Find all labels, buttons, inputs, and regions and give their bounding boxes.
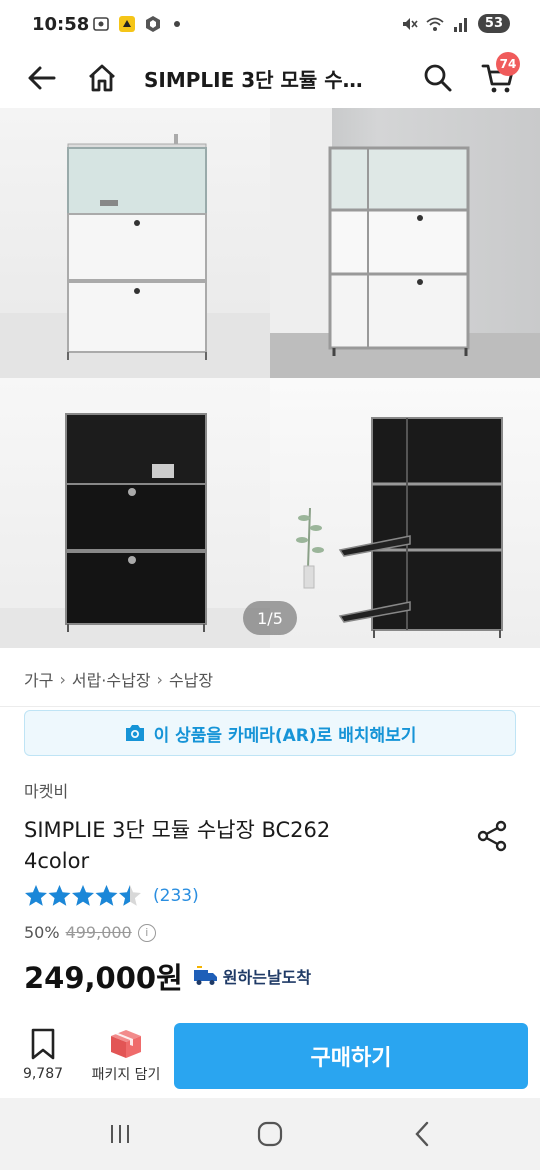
screenshot-icon bbox=[93, 17, 109, 31]
delivery-label: 원하는날도착 bbox=[222, 968, 312, 987]
system-navigation-bar bbox=[0, 1098, 540, 1170]
battery-level: 53 bbox=[477, 14, 510, 33]
product-title-line1: SIMPLIE 3단 모듈 수납장 BC262 bbox=[24, 818, 331, 842]
product-image-gallery[interactable]: 1/5 bbox=[0, 108, 540, 648]
package-label: 패키지 담기 bbox=[91, 1067, 161, 1083]
share-icon bbox=[477, 820, 507, 852]
cart-button[interactable]: 74 bbox=[478, 52, 520, 98]
back-arrow-icon bbox=[28, 66, 56, 90]
brand-name[interactable]: 마켓비 bbox=[24, 778, 68, 802]
app-notification-icon bbox=[119, 16, 135, 32]
package-button[interactable]: 패키지 담기 bbox=[86, 1026, 166, 1084]
product-image-white-room bbox=[270, 108, 540, 378]
app-header: SIMPLIE 3단 모듈 수… 74 bbox=[0, 50, 540, 106]
search-icon bbox=[424, 64, 452, 92]
breadcrumb-item-furniture[interactable]: 가구 bbox=[24, 667, 53, 691]
breadcrumb: 가구 › 서랍·수납장 › 수납장 bbox=[24, 667, 213, 691]
gift-box-icon bbox=[111, 1030, 141, 1058]
star-filled-icon bbox=[48, 885, 71, 906]
gallery-page-indicator: 1/5 bbox=[243, 601, 297, 635]
recent-apps-button[interactable] bbox=[100, 1116, 140, 1152]
bookmark-button[interactable]: 9,787 bbox=[18, 1028, 68, 1082]
bookmark-count: 9,787 bbox=[22, 1066, 64, 1082]
status-system-icons: 53 bbox=[400, 14, 510, 33]
bottom-action-bar: 9,787 패키지 담기 구매하기 bbox=[0, 1010, 540, 1098]
sale-price-row: 249,000원 원하는날도착 bbox=[24, 955, 311, 997]
back-button[interactable] bbox=[22, 58, 62, 98]
home-button[interactable] bbox=[82, 58, 122, 98]
wifi-icon bbox=[426, 17, 444, 31]
info-icon[interactable]: i bbox=[137, 923, 156, 942]
home-circle-icon bbox=[257, 1121, 283, 1147]
bookmark-icon bbox=[31, 1028, 55, 1060]
product-image-black-open bbox=[270, 378, 540, 648]
signal-icon bbox=[453, 17, 467, 32]
product-title: SIMPLIE 3단 모듈 수납장 BC262 4color bbox=[24, 815, 424, 877]
status-bar: 10:58 53 bbox=[0, 0, 540, 50]
page-title: SIMPLIE 3단 모듈 수… bbox=[144, 68, 363, 92]
truck-icon bbox=[193, 966, 217, 985]
price-row: 50% 499,000 i bbox=[24, 923, 156, 942]
buy-button[interactable]: 구매하기 bbox=[174, 1023, 528, 1089]
camera-icon bbox=[125, 725, 144, 741]
home-nav-button[interactable] bbox=[250, 1116, 290, 1152]
status-notification-icons bbox=[92, 15, 180, 33]
ar-view-label: 이 상품을 카메라(AR)로 배치해보기 bbox=[153, 725, 417, 746]
search-button[interactable] bbox=[418, 58, 458, 98]
sale-price: 249,000원 bbox=[24, 961, 183, 995]
more-notifications-dot bbox=[174, 21, 180, 27]
discount-rate: 50% bbox=[24, 923, 60, 942]
recent-apps-icon bbox=[111, 1125, 129, 1143]
product-image-black-front bbox=[0, 378, 270, 648]
mute-icon bbox=[402, 17, 418, 30]
home-icon bbox=[89, 64, 115, 92]
chevron-right-icon: › bbox=[59, 669, 66, 689]
back-nav-button[interactable] bbox=[402, 1116, 442, 1152]
breadcrumb-item-storage[interactable]: 수납장 bbox=[169, 667, 213, 691]
product-title-line2: 4color bbox=[24, 849, 90, 873]
breadcrumb-item-drawers[interactable]: 서랍·수납장 bbox=[72, 667, 151, 691]
ar-view-button[interactable]: 이 상품을 카메라(AR)로 배치해보기 bbox=[24, 710, 516, 756]
section-divider bbox=[0, 706, 540, 707]
review-count[interactable]: (233) bbox=[153, 886, 199, 906]
star-filled-icon bbox=[25, 885, 47, 906]
status-time: 10:58 bbox=[32, 14, 90, 35]
original-price: 499,000 bbox=[65, 923, 132, 942]
chevron-right-icon: › bbox=[156, 669, 163, 689]
shield-app-icon bbox=[146, 16, 160, 32]
star-filled-icon bbox=[95, 885, 118, 906]
cart-count-badge: 74 bbox=[496, 52, 520, 76]
back-chevron-icon bbox=[415, 1121, 429, 1147]
star-rating bbox=[25, 885, 141, 906]
star-filled-icon bbox=[72, 885, 94, 906]
share-button[interactable] bbox=[472, 816, 512, 856]
delivery-badge[interactable]: 원하는날도착 bbox=[193, 964, 311, 988]
product-image-white-front bbox=[0, 108, 270, 378]
rating-row[interactable]: (233) bbox=[24, 884, 199, 908]
